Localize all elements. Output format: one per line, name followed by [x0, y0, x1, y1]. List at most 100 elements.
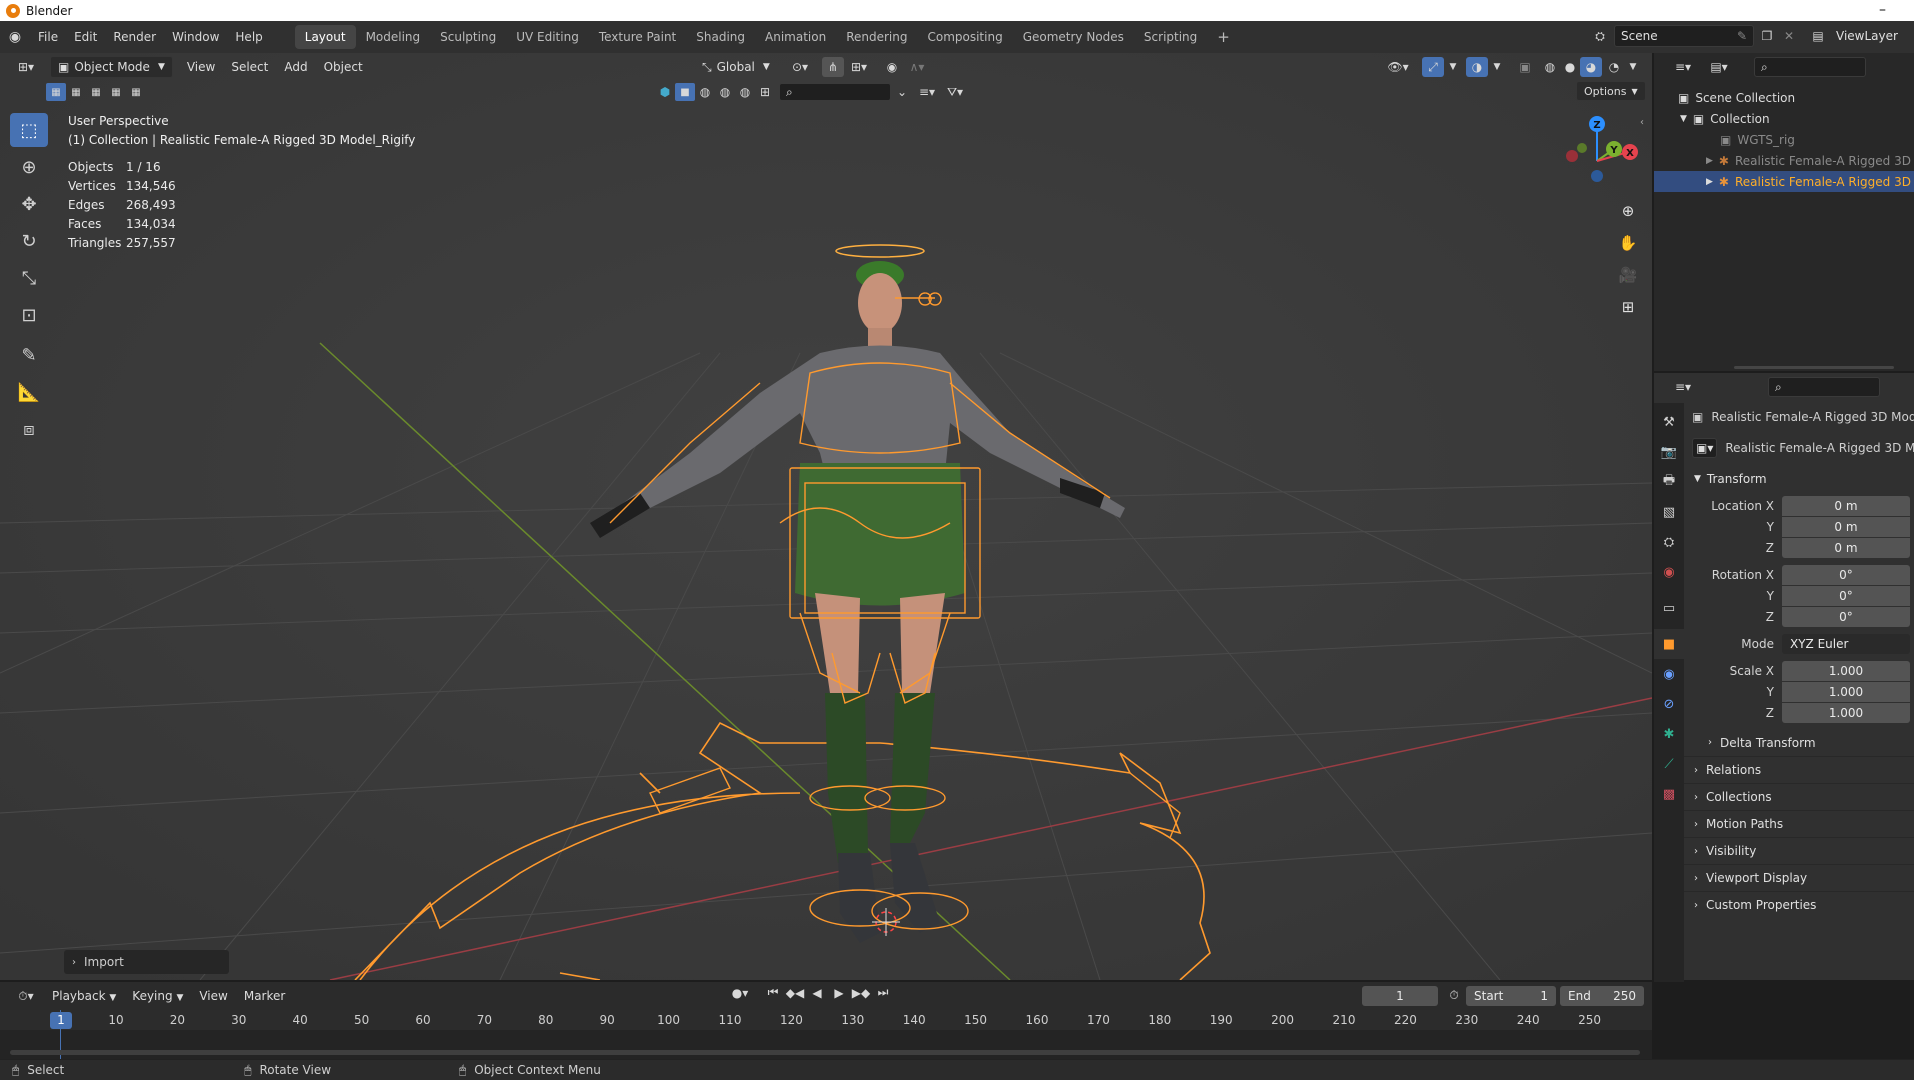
- data-name-field[interactable]: Realistic Female-A Rigged 3D Model_Rigif…: [1725, 441, 1914, 455]
- scene-tab-icon[interactable]: ⛭: [1654, 527, 1684, 557]
- chevron-down-icon[interactable]: ▼: [1626, 57, 1640, 77]
- add-workspace-icon[interactable]: +: [1207, 25, 1240, 49]
- select-intersect-icon[interactable]: ▦: [126, 83, 146, 101]
- object-data-tab-icon[interactable]: ✱: [1654, 719, 1684, 749]
- start-frame-field[interactable]: Start 1: [1466, 986, 1556, 1006]
- tab-scripting[interactable]: Scripting: [1134, 25, 1207, 49]
- menu-add[interactable]: Add: [276, 60, 315, 74]
- marker-menu[interactable]: Marker: [236, 989, 293, 1003]
- record-icon[interactable]: ●▾: [728, 986, 752, 1000]
- select-box-tool-icon[interactable]: ⬚: [10, 113, 48, 147]
- outliner-item[interactable]: ▣ WGTS_rig: [1654, 129, 1914, 150]
- tab-shading[interactable]: Shading: [686, 25, 755, 49]
- orientation-dropdown[interactable]: ⤡ Global ▼: [695, 56, 777, 78]
- scale-y-field[interactable]: 1.000: [1782, 681, 1910, 702]
- annotate-tool-icon[interactable]: ✎: [10, 338, 48, 372]
- prev-keyframe-icon[interactable]: ◆◀: [784, 986, 806, 1000]
- measure-tool-icon[interactable]: 📐: [10, 375, 48, 409]
- rendered-shading-icon[interactable]: ◔: [1604, 57, 1624, 77]
- tab-uv-editing[interactable]: UV Editing: [506, 25, 589, 49]
- stopwatch-icon[interactable]: ⏱: [1444, 988, 1464, 1003]
- delete-scene-icon[interactable]: ✕: [1780, 29, 1798, 43]
- rotate-tool-icon[interactable]: ↻: [10, 224, 48, 258]
- modifiers-tab-icon[interactable]: ◉: [1654, 659, 1684, 689]
- end-frame-field[interactable]: End 250: [1560, 986, 1644, 1006]
- jump-start-icon[interactable]: ⏮: [762, 985, 784, 1000]
- add-cube-tool-icon[interactable]: ⧈: [10, 412, 48, 446]
- pan-hand-icon[interactable]: ✋: [1613, 229, 1643, 257]
- material-filter-icon[interactable]: ◍: [695, 83, 715, 101]
- outliner-item-selected[interactable]: ▶ ✱ Realistic Female-A Rigged 3D Model_R…: [1654, 171, 1914, 192]
- scale-z-field[interactable]: 1.000: [1782, 702, 1910, 723]
- tab-modeling[interactable]: Modeling: [356, 25, 431, 49]
- outliner-item[interactable]: ▣ Scene Collection: [1654, 87, 1914, 108]
- tab-rendering[interactable]: Rendering: [836, 25, 917, 49]
- select-new-icon[interactable]: ▦: [46, 83, 66, 101]
- menu-object[interactable]: Object: [316, 60, 371, 74]
- viewport-scene[interactable]: [0, 53, 1652, 980]
- rotation-z-field[interactable]: 0°: [1782, 606, 1910, 627]
- wireframe-shading-icon[interactable]: ◍: [1540, 57, 1560, 77]
- tab-texture-paint[interactable]: Texture Paint: [589, 25, 686, 49]
- editor-type-icon[interactable]: ⊞▾: [6, 60, 46, 74]
- display-mode-icon[interactable]: ▤▾: [1704, 60, 1734, 74]
- tab-animation[interactable]: Animation: [755, 25, 836, 49]
- frame-ruler[interactable]: 10 20 30 40 50 60 70 80 90 100 110 120 130 140 150 160 1…: [0, 1010, 1652, 1030]
- properties-search-input[interactable]: ⌕: [1768, 377, 1880, 397]
- menu-select[interactable]: Select: [223, 60, 276, 74]
- world-filter-icon[interactable]: ◍: [735, 83, 755, 101]
- data-browse-icon[interactable]: ▣▾: [1692, 438, 1718, 458]
- outliner-scrollbar[interactable]: [1734, 366, 1894, 369]
- viewport-search-input[interactable]: ⌕: [779, 83, 891, 101]
- node-filter-icon[interactable]: ⊞: [755, 83, 775, 101]
- solid-shading-icon[interactable]: ●: [1560, 57, 1580, 77]
- cursor-tool-icon[interactable]: ⊕: [10, 150, 48, 184]
- tab-sculpting[interactable]: Sculpting: [430, 25, 506, 49]
- timeline-scrollbar[interactable]: [10, 1050, 1640, 1055]
- menu-help[interactable]: Help: [227, 21, 270, 53]
- xray-icon[interactable]: ▣: [1514, 57, 1536, 77]
- minimize-icon[interactable]: –: [1879, 2, 1886, 18]
- outliner-item[interactable]: ▼ ▣ Collection: [1654, 108, 1914, 129]
- menu-view[interactable]: View: [179, 60, 223, 74]
- play-icon[interactable]: ▶: [828, 986, 850, 1000]
- visibility-icon[interactable]: 👁▾: [1384, 57, 1412, 77]
- texture-filter-icon[interactable]: ◍: [715, 83, 735, 101]
- object-name-field[interactable]: Realistic Female-A Rigged 3D Model_Rigif…: [1711, 410, 1914, 424]
- camera-view-icon[interactable]: 🎥: [1613, 261, 1643, 289]
- pin-icon[interactable]: ✎: [1737, 29, 1747, 43]
- rotation-mode-dropdown[interactable]: XYZ Euler: [1782, 634, 1910, 654]
- view-layer-tab-icon[interactable]: ▧: [1654, 497, 1684, 527]
- location-z-field[interactable]: 0 m: [1782, 537, 1910, 558]
- scene-icon[interactable]: ⛭: [1586, 29, 1614, 44]
- location-x-field[interactable]: 0 m: [1782, 495, 1910, 516]
- outliner-search-input[interactable]: ⌕: [1754, 57, 1866, 77]
- transform-tool-icon[interactable]: ⊡: [10, 298, 48, 332]
- blender-menu-icon[interactable]: ◉: [0, 29, 30, 45]
- menu-window[interactable]: Window: [164, 21, 227, 53]
- rotation-y-field[interactable]: 0°: [1782, 585, 1910, 606]
- falloff-icon[interactable]: ∧▾: [904, 57, 930, 77]
- menu-file[interactable]: File: [30, 21, 66, 53]
- chevron-down-icon[interactable]: ▼: [1446, 57, 1460, 77]
- next-keyframe-icon[interactable]: ▶◆: [850, 986, 872, 1000]
- scale-x-field[interactable]: 1.000: [1782, 660, 1910, 681]
- constraints-tab-icon[interactable]: ⊘: [1654, 689, 1684, 719]
- output-tab-icon[interactable]: 🖶: [1654, 467, 1684, 497]
- viewport-display-header[interactable]: › Viewport Display: [1684, 864, 1914, 891]
- tool-tab-icon[interactable]: ⚒: [1654, 407, 1684, 437]
- select-subtract-icon[interactable]: ▦: [86, 83, 106, 101]
- world-tab-icon[interactable]: ◉: [1654, 557, 1684, 587]
- view-layer-name[interactable]: ViewLayer: [1836, 29, 1898, 43]
- play-reverse-icon[interactable]: ◀: [806, 986, 828, 1000]
- gizmo-toggle-icon[interactable]: ⤢: [1422, 57, 1444, 77]
- properties-editor-icon[interactable]: ≡▾: [1668, 380, 1698, 394]
- mode-dropdown[interactable]: ▣ Object Mode ▼: [50, 56, 173, 78]
- chevron-down-icon[interactable]: ▼: [1490, 57, 1504, 77]
- outliner-item[interactable]: ▶ ✱ Realistic Female-A Rigged 3D Model: [1654, 150, 1914, 171]
- snap-icon[interactable]: ⋔: [822, 57, 844, 77]
- sort-icon[interactable]: ≡▾: [913, 83, 941, 101]
- new-scene-icon[interactable]: ❐: [1754, 29, 1780, 43]
- transform-panel-header[interactable]: ▼ Transform: [1684, 465, 1914, 492]
- pivot-icon[interactable]: ⊙▾: [786, 57, 814, 77]
